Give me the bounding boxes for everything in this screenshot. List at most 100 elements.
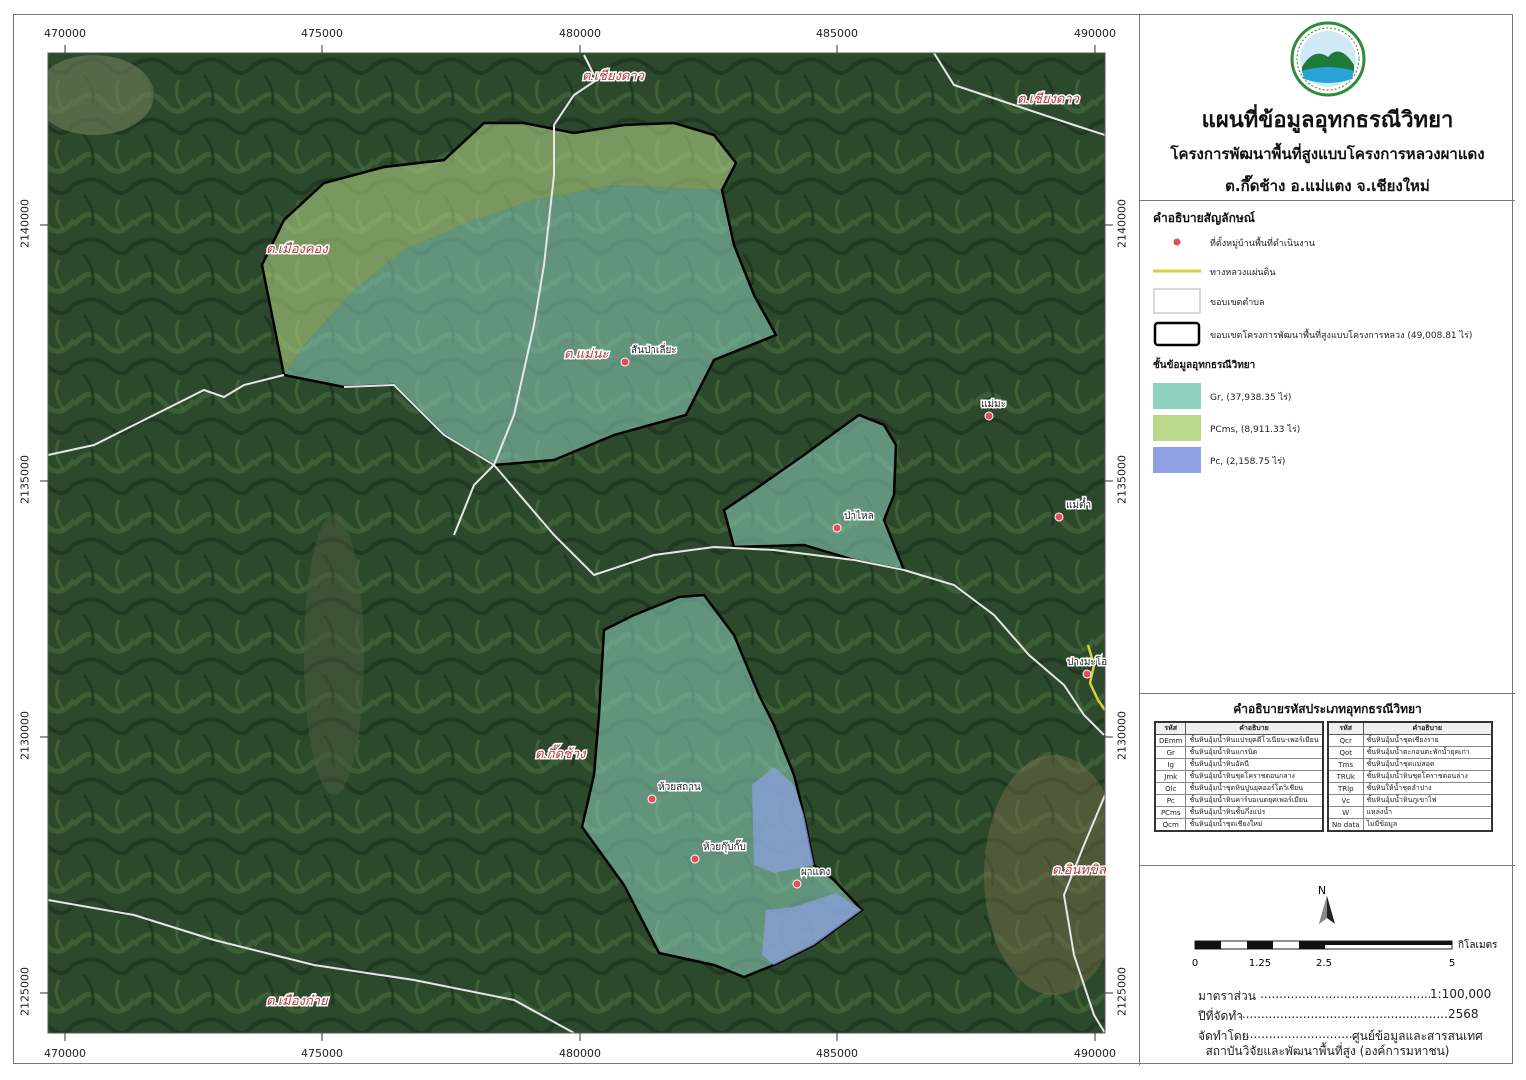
code-cell: Qcr: [1327, 734, 1364, 747]
location-title: ต.กึ๊ดช้าง อ.แม่แตง จ.เชียงใหม่: [1225, 177, 1430, 195]
village-label: ปางมะโอ: [1067, 655, 1107, 668]
scale-ratio-value: 1:100,000: [1430, 987, 1492, 1001]
x-tick-bottom: 490000: [1074, 1047, 1116, 1060]
code-table-row: Jmk ชั้นหินอุ้มน้ำหินชุดโคราชตอนกลาง: [1154, 770, 1324, 783]
subdistrict-label-chiang-dao-1: ต.เชียงดาว: [582, 68, 645, 83]
code-cell: Qot: [1327, 746, 1364, 759]
x-tick-top: 485000: [816, 27, 858, 40]
code-cell: No data: [1327, 818, 1364, 832]
layer-heading: ชั้นข้อมูลอุทกธรณีวิทยา: [1153, 360, 1256, 371]
map-canvas[interactable]: ต.เชียงดาว ต.เชียงดาว ต.เมืองคอง ต.แม่นะ…: [14, 15, 1139, 1065]
village-marker[interactable]: [984, 411, 994, 421]
subdistrict-label-mueang-kai: ต.เมืองก๋าย: [266, 993, 329, 1008]
village-label: ห้วยสถาน: [658, 781, 701, 793]
code-table-row: Tms ชั้นหินอุ้มน้ำชุดแม่สอด: [1327, 758, 1493, 771]
gr-swatch: [1153, 383, 1201, 409]
code-cell: TRUk: [1327, 770, 1364, 783]
legend-label: ขอบเขตโครงการพัฒนาพื้นที่สูงแบบโครงการหล…: [1210, 331, 1473, 341]
y-tick-right: 2140000: [1115, 199, 1129, 248]
scale-tick: 2.5: [1316, 958, 1332, 969]
x-tick-top: 470000: [44, 27, 86, 40]
subdistrict-label-mueang-khong: ต.เมืองคอง: [266, 241, 329, 256]
subdistrict-label-kuet-chang: ต.กึ๊ดช้าง: [535, 744, 587, 761]
village-marker[interactable]: [690, 854, 700, 864]
year-label: ปีที่จัดทำ: [1198, 1009, 1243, 1023]
hrdi-logo: [1290, 21, 1366, 97]
code-table-right: รหัส คำอธิบาย Qcr ชั้นหินอุ้มน้ำชุดเชียงร…: [1327, 721, 1493, 832]
village-label: ห้วยกุ๊บกั๊บ: [703, 839, 746, 853]
code-table-row: TRUk ชั้นหินอุ้มน้ำหินชุดโคราชตอนล่าง: [1327, 770, 1493, 783]
subdistrict-label-mae-na: ต.แม่นะ: [564, 346, 610, 361]
scale-unit: กิโลเมตร: [1458, 940, 1498, 951]
description-cell: ชั้นหินอุ้มน้ำตะกอนตะพักน้ำยุคเก่า: [1362, 746, 1493, 759]
legend-item-pcms: PCms, (8,911.33 ไร่): [1153, 415, 1508, 441]
village-marker[interactable]: [1054, 512, 1064, 522]
legend-label: ทางหลวงแผ่นดิน: [1210, 268, 1276, 278]
legend-label: PCms, (8,911.33 ไร่): [1210, 425, 1301, 435]
side-panel: แผนที่ข้อมูลอุทกธรณีวิทยา โครงการพัฒนาพื…: [1139, 15, 1515, 1065]
description-cell: ชั้นหินอุ้มน้ำชุดแม่สอด: [1362, 758, 1493, 771]
code-cell: Jmk: [1154, 770, 1187, 783]
title-block: แผนที่ข้อมูลอุทกธรณีวิทยา โครงการพัฒนาพื…: [1140, 15, 1515, 201]
village-marker[interactable]: [647, 794, 657, 804]
code-cell: Ig: [1154, 758, 1187, 771]
village-marker-icon: [1172, 237, 1182, 247]
description-cell: ชั้นหินอุ้มน้ำหินชั้นกึ่งแปร: [1185, 806, 1324, 819]
legend-item-pc: Pc, (2,158.75 ไร่): [1153, 447, 1508, 473]
code-table-row: Vc ชั้นหินอุ้มน้ำหินภูเขาไฟ: [1327, 794, 1493, 807]
col-desc: คำอธิบาย: [1185, 721, 1324, 735]
legend-label: Gr, (37,938.35 ไร่): [1210, 393, 1292, 403]
description-cell: ไม่มีข้อมูล: [1362, 818, 1493, 832]
legend-item-subdistrict: ขอบเขตตำบล: [1153, 288, 1508, 314]
village-marker[interactable]: [832, 523, 842, 533]
map-frame: ต.เชียงดาว ต.เชียงดาว ต.เมืองคอง ต.แม่นะ…: [14, 15, 1139, 1065]
code-cell: Olc: [1154, 782, 1187, 795]
north-label: N: [1317, 884, 1327, 897]
project-title: โครงการพัฒนาพื้นที่สูงแบบโครงการหลวงผาแด…: [1170, 145, 1485, 163]
x-tick-top: 475000: [301, 27, 343, 40]
code-cell: Qcm: [1154, 818, 1187, 832]
year-value: 2568: [1448, 1007, 1479, 1021]
village-marker[interactable]: [792, 879, 802, 889]
x-tick-top: 490000: [1074, 27, 1116, 40]
legend-label: Pc, (2,158.75 ไร่): [1210, 457, 1286, 467]
project-boundary-icon: [1153, 321, 1201, 347]
village-marker[interactable]: [1082, 669, 1092, 679]
description-cell: ชั้นหินอุ้มน้ำหินคาร์บอเนตยุคเพอร์เมียน: [1185, 794, 1324, 807]
code-table-row: Gr ชั้นหินอุ้มน้ำหินแกรนิต: [1154, 746, 1324, 759]
code-cell: Vc: [1327, 794, 1364, 807]
col-code: รหัส: [1327, 721, 1364, 735]
legend-item-road: ทางหลวงแผ่นดิน: [1153, 258, 1508, 284]
y-tick-right: 2135000: [1115, 455, 1129, 504]
village-label: สันป่าเลี่ยะ: [631, 342, 677, 356]
y-tick-right: 2130000: [1115, 711, 1129, 760]
village-label: ป่าไหล: [844, 510, 874, 522]
x-tick-bottom: 470000: [44, 1047, 86, 1060]
code-cell: Tms: [1327, 758, 1364, 771]
legend-item-village: ที่ตั้งหมู่บ้านพื้นที่ดำเนินงาน: [1153, 229, 1508, 255]
legend-block: คำอธิบายสัญลักษณ์ ที่ตั้งหมู่บ้านพื้นที่…: [1140, 201, 1515, 694]
x-tick-bottom: 485000: [816, 1047, 858, 1060]
code-cell: Pc: [1154, 794, 1187, 807]
y-tick-left: 2125000: [18, 967, 32, 1016]
scale-tick: 0: [1191, 958, 1199, 969]
legend-item-gr: Gr, (37,938.35 ไร่): [1153, 383, 1508, 409]
dot-leader: ........................................…: [1238, 1007, 1448, 1021]
description-cell: ชั้นหินอุ้มน้ำชุดหินปูนยุคออร์โดวิเชียน: [1185, 782, 1324, 795]
legend-label: ที่ตั้งหมู่บ้านพื้นที่ดำเนินงาน: [1210, 239, 1315, 249]
y-tick-left: 2135000: [18, 455, 32, 504]
map-title: แผนที่ข้อมูลอุทกธรณีวิทยา: [1201, 108, 1454, 133]
code-table-row: TRlp ชั้นหินให้น้ำชุดลำปาง: [1327, 782, 1493, 795]
scale-bar: [1194, 940, 1453, 950]
description-cell: ชั้นหินอุ้มน้ำหินอัคนี: [1185, 758, 1324, 771]
description-cell: แหล่งน้ำ: [1362, 806, 1493, 819]
y-tick-left: 2140000: [18, 199, 32, 248]
north-arrow-icon: [1319, 896, 1335, 924]
subdistrict-label-chiang-dao-2: ต.เชียงดาว: [1017, 91, 1080, 106]
description-cell: ชั้นหินอุ้มน้ำหินชุดโคราชตอนกลาง: [1185, 770, 1324, 783]
legend-item-project: ขอบเขตโครงการพัฒนาพื้นที่สูงแบบโครงการหล…: [1153, 321, 1508, 347]
code-table-title: คำอธิบายรหัสประเภทอุทกธรณีวิทยา: [1233, 702, 1422, 716]
village-marker[interactable]: [620, 357, 630, 367]
village-label: แม่มะ: [981, 399, 1006, 410]
code-cell: Gr: [1154, 746, 1187, 759]
